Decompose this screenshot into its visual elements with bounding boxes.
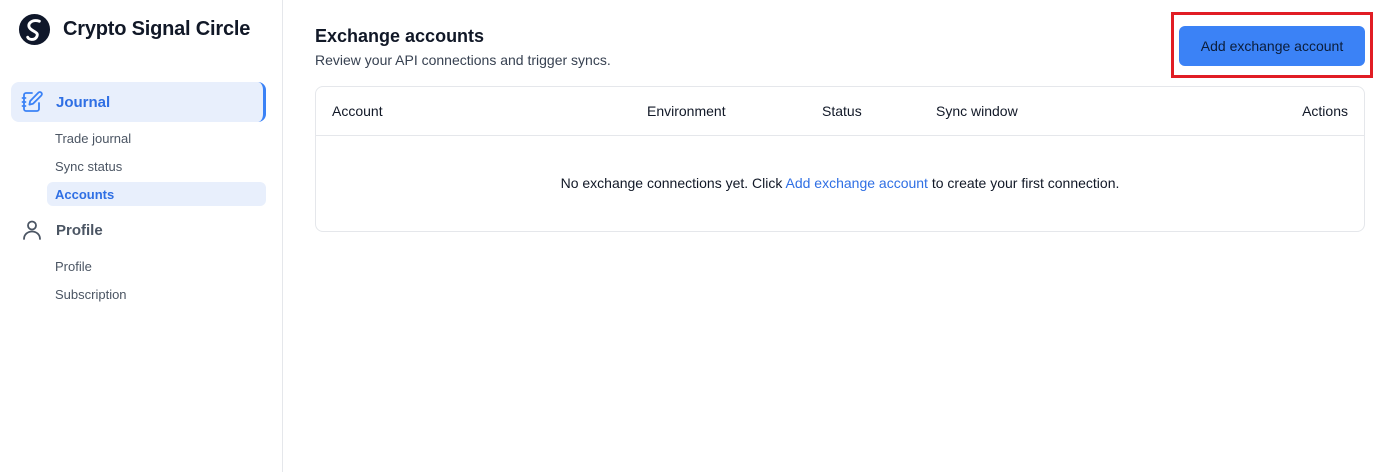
sidebar-item-label: Accounts bbox=[55, 186, 115, 202]
sidebar-item-journal[interactable]: Journal bbox=[11, 82, 266, 122]
empty-state-message: No exchange connections yet. Click Add e… bbox=[316, 175, 1364, 191]
sidebar-item-label: Sync status bbox=[55, 158, 123, 174]
user-icon bbox=[23, 220, 41, 240]
column-header-account: Account bbox=[332, 103, 383, 119]
empty-state-suffix: to create your first connection. bbox=[927, 175, 1120, 191]
empty-state-prefix: No exchange connections yet. Click bbox=[560, 175, 786, 191]
column-header-status: Status bbox=[822, 103, 862, 119]
sidebar-item-profile-section-label: Profile bbox=[56, 221, 103, 239]
table-header: Account Environment Status Sync window A… bbox=[316, 87, 1364, 136]
sidebar-item-profile-section[interactable]: Profile bbox=[11, 210, 266, 250]
sidebar-item-label: Subscription bbox=[55, 286, 127, 302]
column-header-actions: Actions bbox=[1302, 103, 1348, 119]
page-title: Exchange accounts bbox=[315, 26, 485, 46]
brand[interactable]: Crypto Signal Circle bbox=[18, 13, 250, 46]
sidebar-item-label: Trade journal bbox=[55, 130, 132, 146]
sidebar-item-accounts[interactable]: Accounts bbox=[47, 182, 266, 206]
accounts-table: Account Environment Status Sync window A… bbox=[315, 86, 1365, 232]
sidebar-item-subscription[interactable]: Subscription bbox=[47, 282, 266, 306]
sidebar-item-sync-status[interactable]: Sync status bbox=[47, 154, 266, 178]
sidebar-item-profile[interactable]: Profile bbox=[47, 254, 266, 278]
sidebar: Crypto Signal Circle Journal Trade journ… bbox=[0, 0, 283, 472]
add-exchange-account-link[interactable]: Add exchange account bbox=[786, 175, 928, 191]
brand-name: Crypto Signal Circle bbox=[63, 18, 251, 40]
column-header-environment: Environment bbox=[647, 103, 726, 119]
sidebar-item-label: Profile bbox=[55, 258, 92, 274]
add-exchange-account-button[interactable]: Add exchange account bbox=[1179, 26, 1365, 66]
page-subtitle: Review your API connections and trigger … bbox=[315, 52, 611, 68]
sidebar-item-trade-journal[interactable]: Trade journal bbox=[47, 126, 266, 150]
brand-logo-icon bbox=[18, 13, 51, 46]
column-header-sync-window: Sync window bbox=[936, 103, 1018, 119]
main-content: Exchange accounts Review your API connec… bbox=[284, 0, 1394, 472]
sidebar-item-journal-label: Journal bbox=[56, 93, 111, 111]
notebook-edit-icon bbox=[21, 91, 43, 112]
